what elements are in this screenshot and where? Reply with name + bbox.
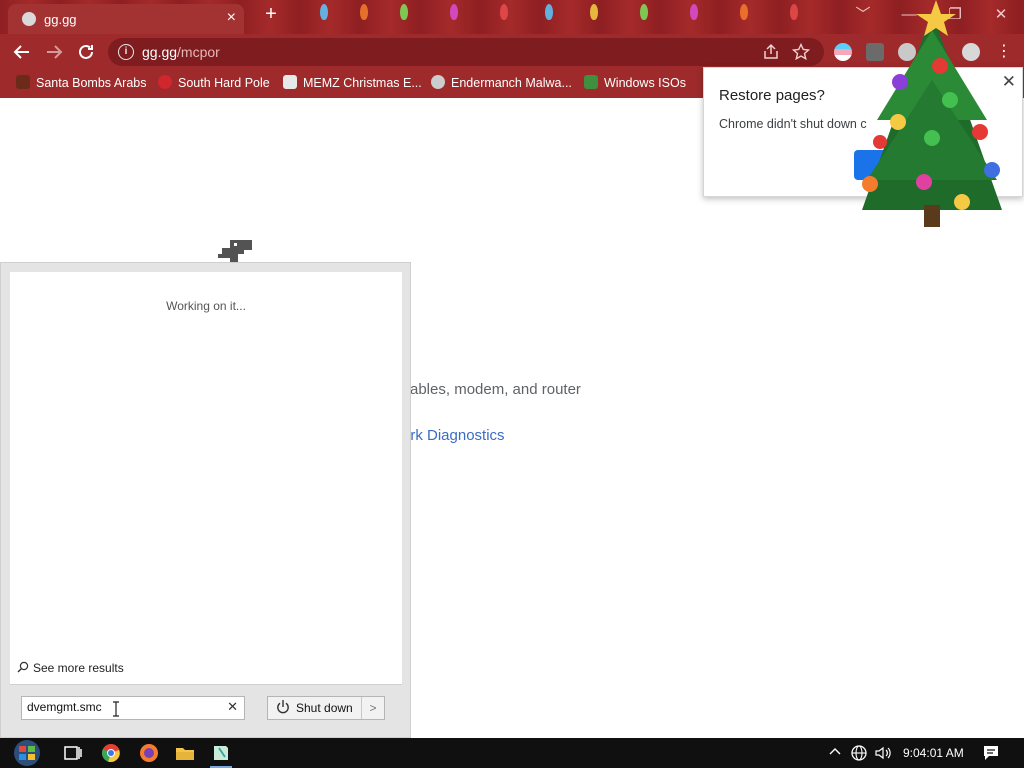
snowflake-icon xyxy=(158,75,172,89)
show-hidden-icons-chevron[interactable] xyxy=(828,743,842,764)
task-view-icon[interactable] xyxy=(62,742,84,764)
santa-icon xyxy=(16,75,30,89)
url-text: gg.gg/mcpor xyxy=(142,44,220,60)
tab-title: gg.gg xyxy=(44,12,77,27)
raccoon-icon xyxy=(431,75,445,89)
search-results-area: Working on it... xyxy=(10,272,402,684)
network-globe-icon[interactable] xyxy=(850,744,868,765)
light-bulb-decoration xyxy=(545,4,553,20)
status-text: Working on it... xyxy=(166,299,246,313)
globe-icon xyxy=(22,12,36,26)
bookmark-item[interactable]: Windows ISOs xyxy=(584,75,686,93)
share-icon[interactable] xyxy=(762,43,780,66)
clear-icon[interactable]: ✕ xyxy=(227,699,238,715)
dialog-title: Restore pages? xyxy=(719,87,825,104)
forward-icon[interactable] xyxy=(42,40,66,64)
back-icon[interactable] xyxy=(10,40,34,64)
star-icon[interactable] xyxy=(791,42,811,66)
start-orb-icon[interactable] xyxy=(10,739,44,767)
bookmark-item[interactable]: South Hard Pole xyxy=(158,75,270,93)
browser-tab[interactable]: gg.gg × xyxy=(8,4,244,34)
search-box[interactable]: ✕ xyxy=(21,696,245,720)
bookmark-item[interactable]: MEMZ Christmas E... xyxy=(283,75,422,93)
light-bulb-decoration xyxy=(740,4,748,20)
address-bar[interactable]: i gg.gg/mcpor xyxy=(108,38,824,66)
chrome-icon[interactable] xyxy=(100,742,122,764)
tab-close-icon[interactable]: × xyxy=(227,9,236,27)
light-bulb-decoration xyxy=(590,4,598,20)
shut-down-button[interactable]: Shut down > xyxy=(267,696,385,720)
shut-down-label: Shut down xyxy=(296,701,353,715)
light-bulb-decoration xyxy=(790,4,798,20)
see-more-results-link[interactable]: See more results xyxy=(17,661,124,675)
start-search-panel: Working on it... See more results ✕ Shut… xyxy=(0,262,411,738)
page-troubleshoot-text: ables, modem, and router xyxy=(410,381,581,398)
shut-down-options-arrow[interactable]: > xyxy=(361,697,384,719)
light-bulb-decoration xyxy=(640,4,648,20)
notepad-app-icon[interactable] xyxy=(210,742,232,768)
bookmark-item[interactable]: Endermanch Malwa... xyxy=(431,75,572,93)
notifications-icon[interactable] xyxy=(982,744,1000,765)
light-bulb-decoration xyxy=(320,4,328,20)
file-explorer-icon[interactable] xyxy=(174,742,196,764)
divider xyxy=(10,684,402,685)
reload-icon[interactable] xyxy=(74,40,98,64)
light-bulb-decoration xyxy=(690,4,698,20)
christmas-tree-decoration xyxy=(842,0,1022,236)
light-bulb-decoration xyxy=(400,4,408,20)
clock[interactable]: 9:04:01 AM xyxy=(903,746,964,760)
search-icon xyxy=(17,661,29,673)
new-tab-button[interactable]: + xyxy=(260,3,282,26)
memz-icon xyxy=(283,75,297,89)
taskbar: 9:04:01 AM xyxy=(0,738,1024,768)
light-bulb-decoration xyxy=(360,4,368,20)
text-cursor-icon xyxy=(112,701,120,717)
light-bulb-decoration xyxy=(450,4,458,20)
site-info-icon[interactable]: i xyxy=(118,44,134,60)
network-diagnostics-link[interactable]: ork Diagnostics xyxy=(402,427,505,444)
power-icon xyxy=(276,699,290,718)
volume-icon[interactable] xyxy=(874,744,892,765)
bookmark-item[interactable]: Santa Bombs Arabs xyxy=(16,75,146,93)
light-bulb-decoration xyxy=(500,4,508,20)
firefox-icon[interactable] xyxy=(138,742,160,764)
tree-icon xyxy=(584,75,598,89)
